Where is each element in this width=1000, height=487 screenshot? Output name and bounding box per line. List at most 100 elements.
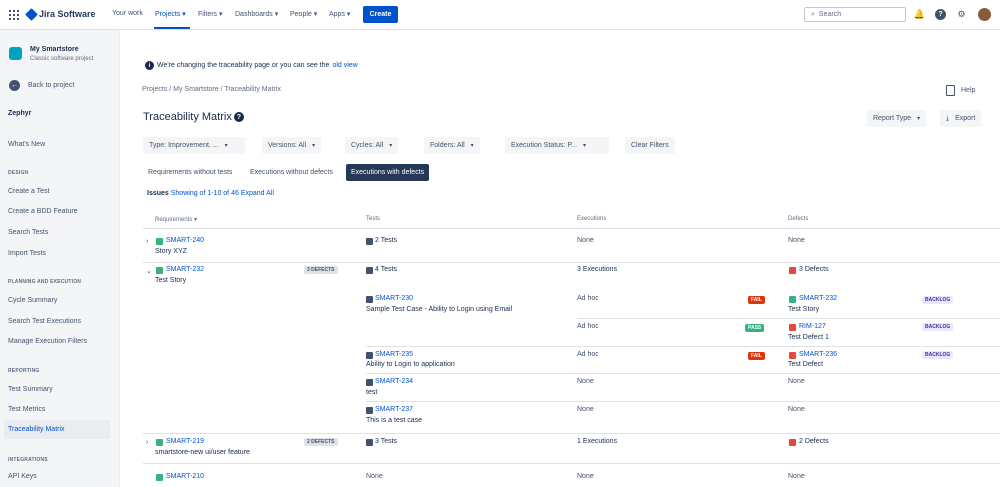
- test-summary: This is a test case: [366, 417, 423, 424]
- nav-dashboards[interactable]: Dashboards ▾: [235, 10, 278, 18]
- notifications-icon[interactable]: 🔔: [914, 9, 925, 20]
- create-button[interactable]: Create: [363, 6, 398, 23]
- defects-value: None: [788, 237, 805, 244]
- sidebar-item-manage-execution-filters[interactable]: Manage Execution Filters: [8, 338, 87, 345]
- execution-name[interactable]: Ad hoc: [577, 295, 599, 302]
- execution-name[interactable]: Ad hoc: [577, 323, 599, 330]
- tests-count[interactable]: 4 Tests: [375, 266, 397, 273]
- row-divider: [366, 373, 1000, 374]
- nav-filters[interactable]: Filters ▾: [198, 10, 223, 18]
- expand-all-link[interactable]: Expand All: [241, 190, 274, 197]
- execution-name[interactable]: Ad hoc: [577, 351, 599, 358]
- arrow-left-icon: ←: [9, 80, 20, 91]
- sidebar-item-test-metrics[interactable]: Test Metrics: [8, 406, 45, 413]
- status-badge-backlog: BACKLOG: [922, 296, 954, 304]
- requirement-summary: smartstore-new ui/user feature: [155, 449, 250, 456]
- tests-count[interactable]: 2 Tests: [375, 237, 397, 244]
- tab-executions-without-defects[interactable]: Executions without defects: [245, 164, 338, 181]
- question-icon[interactable]: ?: [233, 112, 244, 122]
- executions-count[interactable]: 3 Executions: [577, 266, 617, 273]
- help-icon[interactable]: ?: [935, 9, 946, 20]
- back-to-project[interactable]: ← Back to project: [9, 80, 74, 91]
- sidebar-item-search-tests[interactable]: Search Tests: [8, 229, 48, 236]
- clear-filters-button[interactable]: Clear Filters: [625, 137, 675, 154]
- versions-filter[interactable]: Versions: All ▾: [262, 137, 322, 154]
- test-summary: test: [366, 389, 378, 396]
- story-icon: [156, 267, 163, 274]
- test-key[interactable]: SMART-234: [375, 378, 413, 385]
- sidebar-item-api-keys[interactable]: API Keys: [8, 473, 37, 480]
- defects-count[interactable]: 3 Defects: [799, 266, 829, 273]
- sidebar-item-search-test-executions[interactable]: Search Test Executions: [8, 318, 81, 325]
- test-key[interactable]: SMART-237: [375, 406, 413, 413]
- sidebar-item-cycle-summary[interactable]: Cycle Summary: [8, 297, 57, 304]
- type-filter[interactable]: Type: Improvement, ... ▾: [143, 137, 245, 154]
- defect-summary: Test Defect 1: [788, 334, 829, 341]
- requirement-key[interactable]: SMART-219: [166, 438, 204, 445]
- project-icon: [9, 47, 22, 60]
- section-planning: PLANNING AND EXECUTION: [8, 279, 82, 285]
- sidebar-item-whats-new[interactable]: What's New: [8, 141, 45, 148]
- header-defects: Defects: [788, 216, 809, 222]
- test-key[interactable]: SMART-230: [375, 295, 413, 302]
- requirement-key[interactable]: SMART-240: [166, 237, 204, 244]
- nav-apps[interactable]: Apps ▾: [329, 10, 350, 18]
- defect-key[interactable]: SMART-232: [799, 295, 837, 302]
- executions-count[interactable]: 1 Executions: [577, 438, 617, 445]
- section-integrations: INTEGRATIONS: [8, 457, 48, 463]
- test-icon: [366, 267, 373, 274]
- chevron-down-icon: ▾: [470, 143, 474, 149]
- export-button[interactable]: ⤓ Export: [940, 110, 982, 127]
- sidebar-item-import-tests[interactable]: Import Tests: [8, 250, 46, 257]
- defect-summary: Test Story: [788, 306, 820, 313]
- sidebar-item-test-summary[interactable]: Test Summary: [8, 386, 53, 393]
- expand-chevron-icon[interactable]: ›: [146, 238, 148, 245]
- collapse-chevron-icon[interactable]: ⌄: [146, 267, 152, 275]
- chevron-down-icon: ▾: [917, 116, 921, 122]
- breadcrumb[interactable]: Projects / My Smartstore / Traceability …: [142, 86, 281, 93]
- status-badge-fail: FAIL: [748, 352, 765, 360]
- folders-filter[interactable]: Folders: All ▾: [424, 137, 480, 154]
- nav-projects[interactable]: Projects ▾: [155, 10, 186, 18]
- jira-logo[interactable]: Jira Software: [25, 7, 96, 21]
- defect-key[interactable]: SMART-236: [799, 351, 837, 358]
- test-key[interactable]: SMART-235: [375, 351, 413, 358]
- tab-executions-with-defects[interactable]: Executions with defects: [346, 164, 430, 181]
- nav-your-work[interactable]: Your work: [112, 10, 143, 17]
- tests-count[interactable]: 3 Tests: [375, 438, 397, 445]
- nav-people[interactable]: People ▾: [290, 10, 317, 18]
- sidebar-item-traceability-matrix[interactable]: Traceability Matrix: [8, 426, 65, 433]
- test-icon: [366, 439, 373, 446]
- help-button[interactable]: Help: [946, 85, 975, 96]
- requirement-key[interactable]: SMART-210: [166, 473, 204, 480]
- header-executions: Executions: [577, 216, 607, 222]
- status-badge-fail: FAIL: [748, 296, 765, 304]
- execution-status-filter[interactable]: Execution Status: P... ▾: [505, 137, 609, 154]
- settings-gear-icon[interactable]: ⚙: [956, 9, 967, 20]
- requirement-key[interactable]: SMART-232: [166, 266, 204, 273]
- chevron-down-icon: ▾: [224, 143, 228, 149]
- sidebar-item-create-test[interactable]: Create a Test: [8, 188, 50, 195]
- test-icon: [366, 379, 373, 386]
- app-switcher-icon[interactable]: [9, 10, 19, 20]
- cycles-filter[interactable]: Cycles: All ▾: [345, 137, 399, 154]
- sidebar-item-create-bdd-feature[interactable]: Create a BDD Feature: [8, 208, 78, 215]
- expand-chevron-icon[interactable]: ›: [146, 439, 148, 446]
- story-icon: [156, 474, 163, 481]
- old-view-link[interactable]: old view: [332, 62, 357, 69]
- project-name[interactable]: My Smartstore: [30, 46, 79, 53]
- defects-badge: 2 DEFECTS: [304, 438, 338, 446]
- test-icon: [366, 296, 373, 303]
- header-requirements[interactable]: Requirements ▾: [155, 216, 197, 223]
- project-type: Classic software project: [30, 56, 94, 62]
- search-input[interactable]: ⌕ Search: [804, 7, 906, 22]
- tab-requirements-without-tests[interactable]: Requirements without tests: [143, 164, 237, 181]
- bug-icon: [789, 267, 796, 274]
- document-icon: [946, 85, 955, 96]
- row-divider: [143, 262, 1000, 263]
- defect-key[interactable]: RIM-127: [799, 323, 826, 330]
- test-icon: [366, 238, 373, 245]
- report-type-dropdown[interactable]: Report Type ▾: [867, 110, 927, 127]
- user-avatar[interactable]: [978, 8, 991, 21]
- defects-count[interactable]: 2 Defects: [799, 438, 829, 445]
